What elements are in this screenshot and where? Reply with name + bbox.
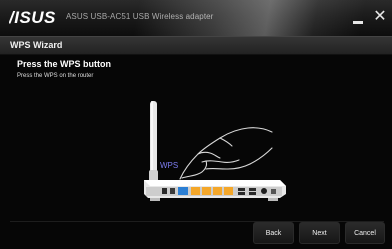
cancel-button[interactable]: Cancel xyxy=(345,222,385,244)
svg-text:/ISUS: /ISUS xyxy=(9,8,56,26)
router xyxy=(144,180,286,201)
wizard-title: WPS Wizard xyxy=(10,40,63,50)
close-icon[interactable]: ✕ xyxy=(373,9,387,25)
wps-button-icon xyxy=(178,187,188,195)
antenna xyxy=(149,101,158,182)
title-bar[interactable]: /ISUS ASUS USB-AC51 USB Wireless adapter… xyxy=(0,0,392,36)
hand-outline xyxy=(179,127,273,180)
back-button[interactable]: Back xyxy=(253,222,294,244)
asus-logo: /ISUS xyxy=(9,8,56,26)
wizard-header: WPS Wizard xyxy=(0,36,392,55)
next-button[interactable]: Next xyxy=(299,222,340,244)
minimize-icon[interactable] xyxy=(353,15,364,27)
wps-label: WPS xyxy=(160,161,178,170)
router-wps-illustration: WPS xyxy=(144,101,286,201)
app-window: /ISUS ASUS USB-AC51 USB Wireless adapter… xyxy=(0,0,392,249)
window-title: ASUS USB-AC51 USB Wireless adapter xyxy=(66,12,214,21)
step-description: Press the WPS on the router xyxy=(17,73,94,79)
step-title: Press the WPS button xyxy=(17,59,112,69)
